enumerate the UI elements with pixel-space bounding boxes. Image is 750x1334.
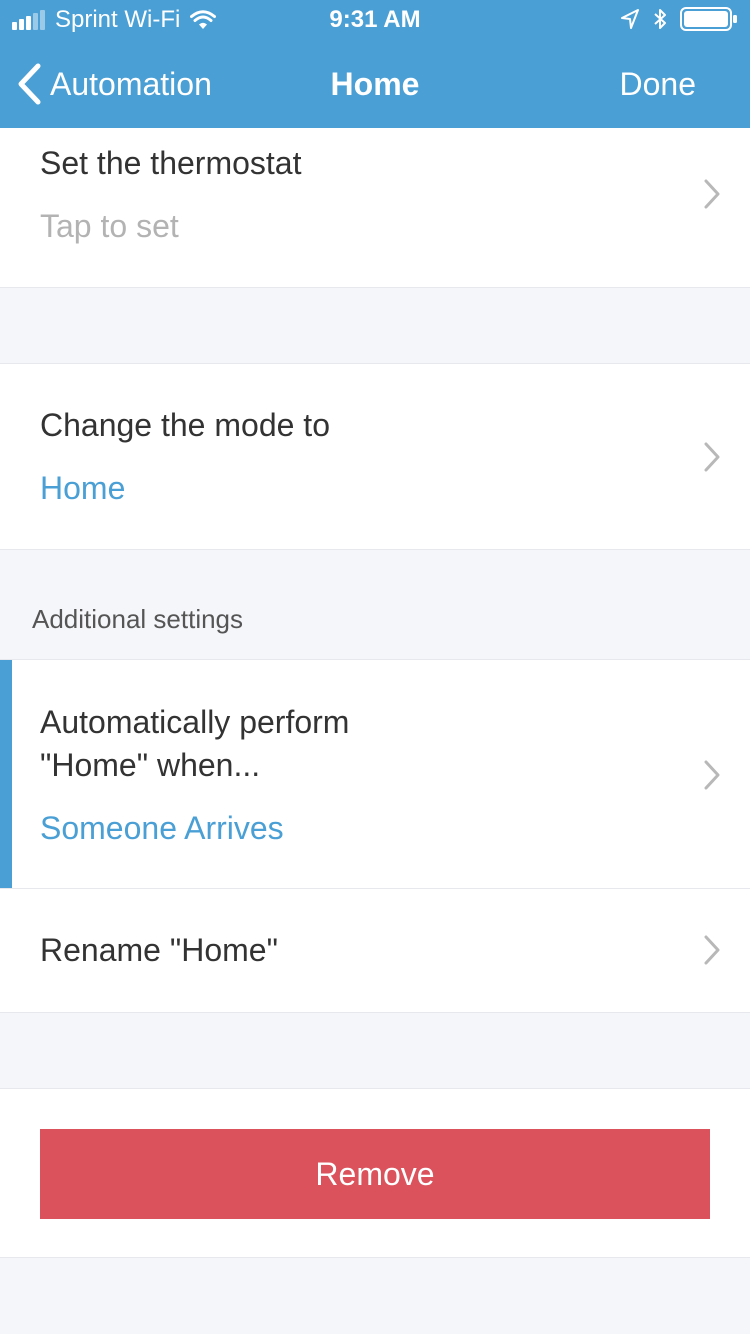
status-right (620, 6, 738, 32)
chevron-left-icon (18, 63, 41, 105)
automatically-perform-row[interactable]: Automatically perform "Home" when... Som… (0, 659, 750, 889)
auto-row-value: Someone Arrives (40, 810, 284, 846)
rename-row-title: Rename "Home" (40, 932, 278, 968)
thermostat-row-title: Set the thermostat (40, 145, 302, 181)
location-arrow-icon (621, 9, 639, 29)
change-mode-row[interactable]: Change the mode to Home (0, 363, 750, 550)
chevron-right-icon (704, 442, 720, 472)
bluetooth-icon (654, 9, 666, 29)
chevron-right-icon (704, 760, 720, 790)
chevron-right-icon (704, 935, 720, 965)
selected-accent-bar (0, 660, 12, 888)
rename-row[interactable]: Rename "Home" (0, 889, 750, 1013)
mode-row-value: Home (40, 470, 126, 506)
additional-settings-header: Additional settings (32, 604, 244, 634)
status-bar: Sprint Wi-Fi 9:31 AM (0, 0, 750, 40)
battery-icon (680, 7, 737, 31)
done-button[interactable]: Done (620, 66, 697, 103)
mode-row-title: Change the mode to (40, 407, 330, 443)
remove-section: Remove (0, 1088, 750, 1258)
remove-button[interactable]: Remove (40, 1129, 710, 1219)
navigation-bar: Automation Home Done (0, 40, 750, 128)
app-header: Sprint Wi-Fi 9:31 AM Automation Home Don… (0, 0, 750, 128)
back-button[interactable]: Automation (16, 62, 212, 106)
auto-row-title-line2: "Home" when... (40, 747, 261, 783)
auto-row-title-line1: Automatically perform (40, 704, 350, 740)
back-label: Automation (50, 65, 212, 102)
thermostat-row-value: Tap to set (40, 208, 179, 244)
chevron-right-icon (704, 179, 720, 209)
set-thermostat-row[interactable]: Set the thermostat Tap to set (0, 128, 750, 288)
